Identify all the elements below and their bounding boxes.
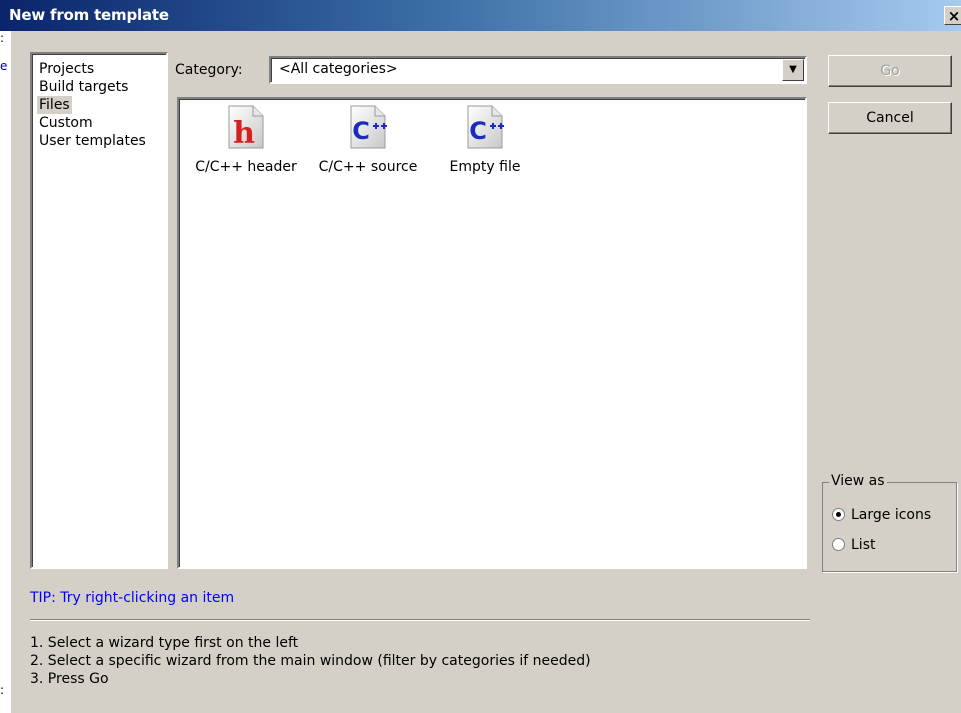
strip-glyph: :	[0, 31, 5, 45]
view-as-legend: View as	[829, 473, 887, 489]
c-header-file-icon: h	[223, 105, 269, 151]
cpp-source-file-icon: C	[345, 105, 391, 149]
wizard-type-user-templates[interactable]: User templates	[37, 132, 148, 150]
category-value: <All categories>	[279, 61, 398, 77]
wizard-type-build-targets[interactable]: Build targets	[37, 78, 130, 96]
template-empty-file[interactable]: C Empty file	[437, 105, 533, 175]
instruction-line: 1. Select a wizard type first on the lef…	[30, 635, 299, 651]
instruction-line: 2. Select a specific wizard from the mai…	[30, 653, 591, 669]
strip-glyph: e	[0, 59, 8, 73]
radio-label: Large icons	[851, 507, 932, 523]
cancel-button[interactable]: Cancel	[828, 102, 952, 134]
close-button[interactable]: ×	[944, 6, 961, 25]
wizard-type-projects[interactable]: Projects	[37, 60, 96, 78]
wizard-type-custom[interactable]: Custom	[37, 114, 95, 132]
template-label: C/C++ source	[318, 159, 418, 175]
radio-large-icons[interactable]: Large icons	[832, 507, 931, 523]
category-dropdown[interactable]: <All categories> ▼	[269, 56, 807, 84]
template-label: Empty file	[449, 159, 521, 175]
svg-text:C: C	[469, 117, 487, 145]
close-icon: ×	[947, 7, 961, 25]
template-list[interactable]: h C/C++ header C C/C++ source C Empty fi…	[177, 97, 807, 569]
tip-text: TIP: Try right-clicking an item	[30, 590, 235, 606]
divider	[30, 619, 810, 621]
wizard-type-list[interactable]: Projects Build targets Files Custom User…	[30, 52, 168, 569]
window-title: New from template	[9, 6, 169, 24]
template-label: C/C++ header	[195, 159, 297, 175]
empty-file-icon: C	[462, 105, 508, 149]
template-cpp-source[interactable]: C C/C++ source	[308, 105, 428, 175]
svg-text:C: C	[352, 117, 370, 145]
category-label: Category:	[175, 62, 243, 78]
go-button[interactable]: Go	[828, 55, 952, 87]
radio-checked-icon[interactable]	[832, 508, 845, 521]
background-window-strip: : e :	[0, 31, 11, 713]
chevron-down-icon: ▼	[789, 64, 797, 75]
strip-glyph: :	[0, 683, 5, 697]
radio-label: List	[851, 537, 876, 553]
template-c-header[interactable]: h C/C++ header	[185, 105, 307, 175]
radio-list[interactable]: List	[832, 537, 875, 553]
dropdown-button[interactable]: ▼	[782, 59, 804, 81]
view-as-group: View as Large icons List	[822, 473, 957, 572]
instruction-line: 3. Press Go	[30, 671, 109, 687]
radio-unchecked-icon[interactable]	[832, 538, 845, 551]
title-bar[interactable]: New from template ×	[0, 0, 961, 31]
svg-text:h: h	[233, 116, 255, 149]
wizard-type-files[interactable]: Files	[37, 96, 72, 114]
